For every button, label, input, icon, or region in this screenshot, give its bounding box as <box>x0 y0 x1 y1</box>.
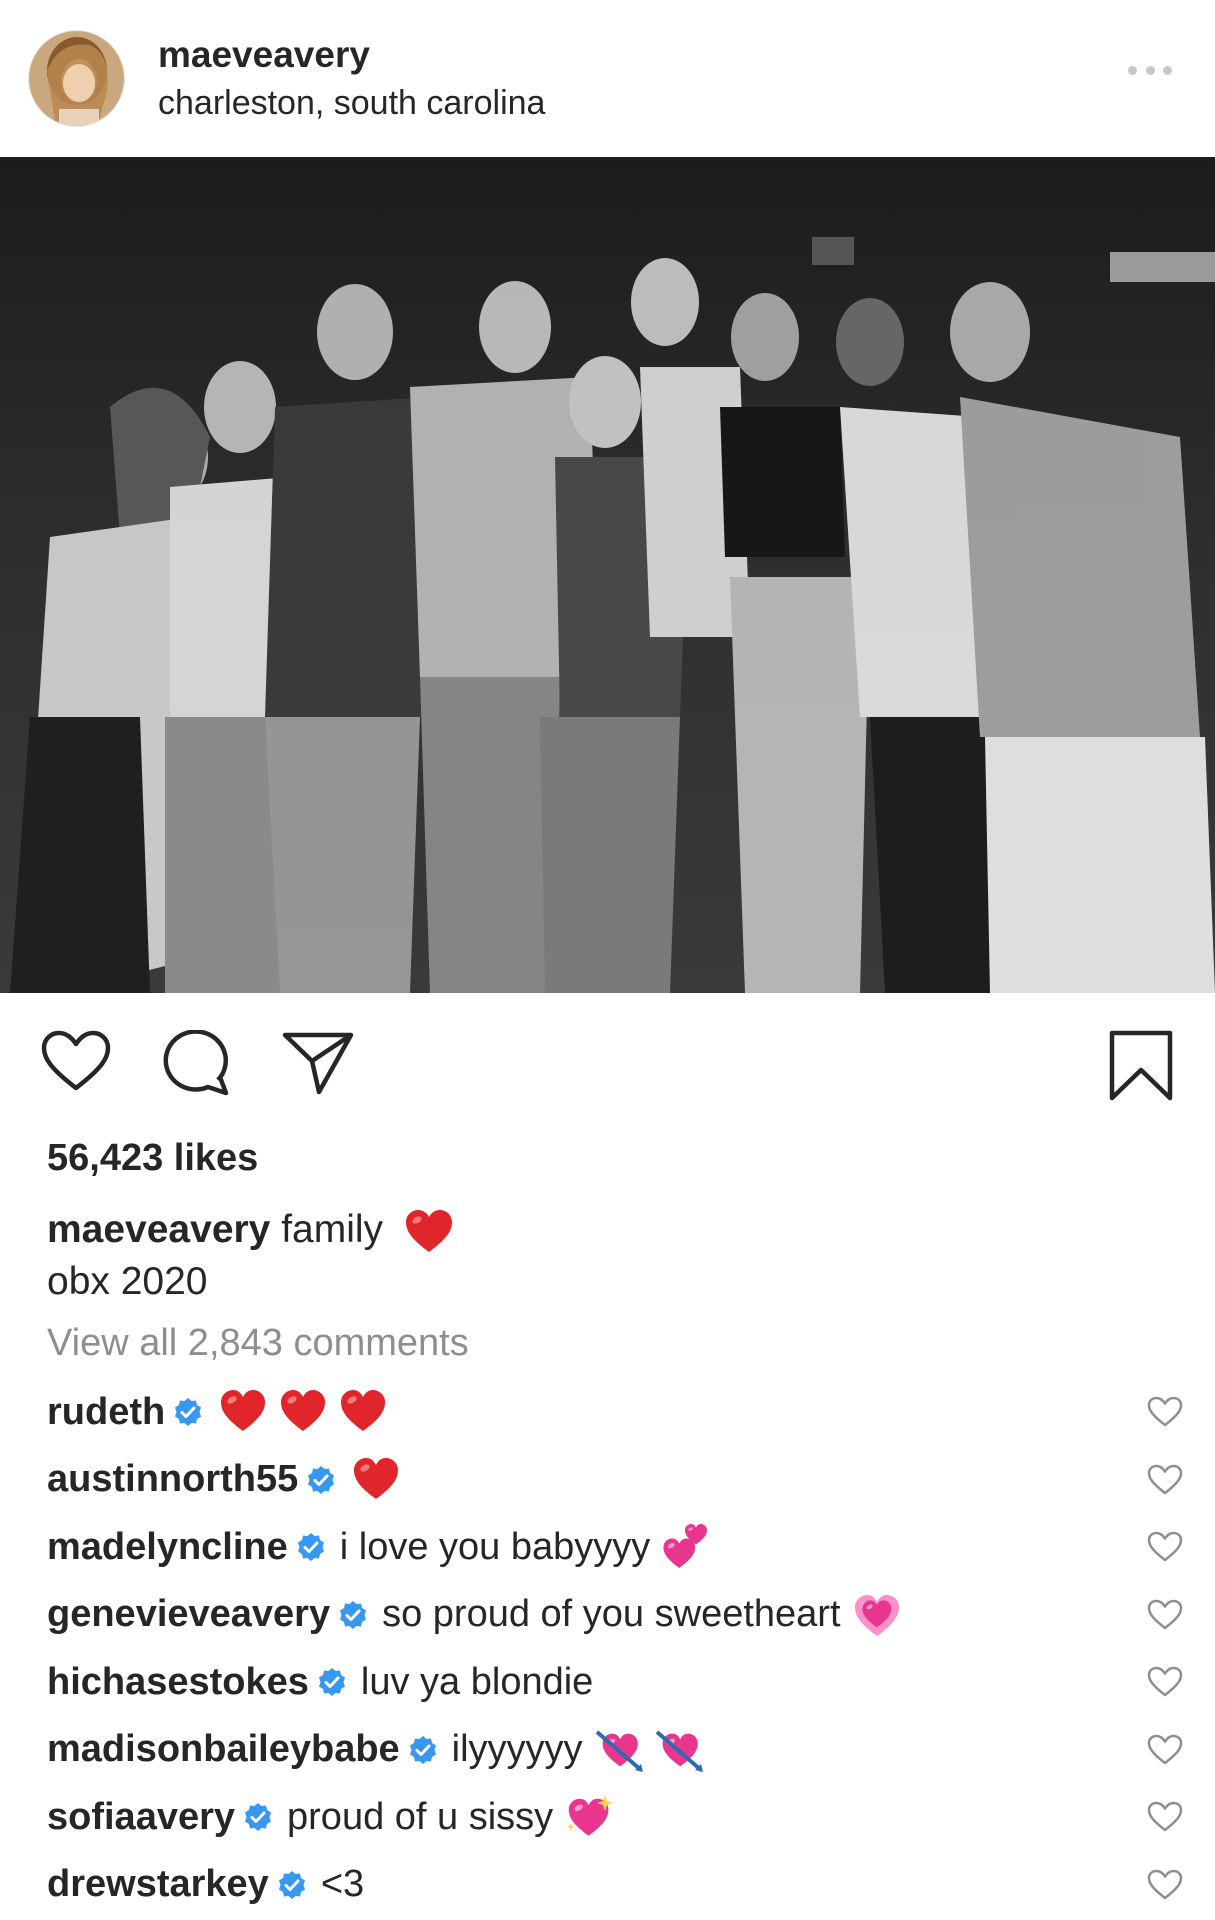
verified-badge-icon <box>306 1465 336 1495</box>
comment-like-heart-icon[interactable] <box>1147 1599 1183 1631</box>
comment-username[interactable]: genevieveavery <box>47 1593 330 1636</box>
growing-heart-emoji <box>853 1591 901 1639</box>
comment-row: drewstarkey <3 <box>47 1855 1215 1915</box>
red-heart-emoji <box>219 1388 267 1436</box>
action-bar <box>0 1020 1215 1110</box>
comment-username[interactable]: sofiaavery <box>47 1796 235 1839</box>
comment-row: rudeth <box>47 1382 1215 1442</box>
comment-username[interactable]: hichasestokes <box>47 1661 309 1704</box>
bookmark-icon[interactable] <box>1108 1030 1174 1102</box>
heart-outline-icon[interactable] <box>40 1030 112 1094</box>
red-heart-emoji <box>352 1456 400 1504</box>
red-heart-emoji <box>339 1388 387 1436</box>
comment-line: drewstarkey <3 <box>47 1855 364 1915</box>
heart-with-arrow-emoji <box>595 1726 643 1774</box>
comment-row: genevieveavery so proud of you sweetheart <box>47 1585 1215 1645</box>
comment-text: i love you babyyyy <box>339 1525 651 1568</box>
two-hearts-emoji <box>662 1523 710 1571</box>
comment-like-heart-icon[interactable] <box>1147 1666 1183 1698</box>
comment-line: madisonbaileybabe ilyyyyyy <box>47 1720 703 1780</box>
comment-text: so proud of you sweetheart <box>382 1593 841 1635</box>
caption-text: family <box>281 1208 384 1251</box>
verified-badge-icon <box>338 1600 368 1630</box>
caption: maeveavery family obx 2020 <box>47 1205 454 1306</box>
verified-badge-icon <box>408 1735 438 1765</box>
comment-username[interactable]: drewstarkey <box>47 1863 269 1906</box>
comment-like-heart-icon[interactable] <box>1147 1734 1183 1766</box>
comment-line: austinnorth55 <box>47 1450 400 1510</box>
caption-line-1: maeveavery family <box>47 1205 454 1257</box>
comment-like-heart-icon[interactable] <box>1147 1531 1183 1563</box>
comment-like-heart-icon[interactable] <box>1147 1396 1183 1428</box>
comment-text: <3 <box>320 1863 365 1905</box>
comment-row: madelyncline i love you babyyyy <box>47 1517 1215 1577</box>
comment-username[interactable]: madelyncline <box>47 1526 288 1569</box>
post-photo[interactable] <box>0 157 1215 993</box>
comment-text: proud of u sissy <box>287 1795 554 1838</box>
comment-like-heart-icon[interactable] <box>1147 1869 1183 1901</box>
verified-badge-icon <box>317 1667 347 1697</box>
paper-plane-icon[interactable] <box>282 1030 354 1096</box>
heart-with-arrow-emoji <box>655 1726 703 1774</box>
post-location[interactable]: charleston, south carolina <box>158 84 545 123</box>
comment-username[interactable]: austinnorth55 <box>47 1458 298 1501</box>
comment-line: genevieveavery so proud of you sweetheart <box>47 1585 901 1645</box>
verified-badge-icon <box>277 1870 307 1900</box>
verified-badge-icon <box>243 1802 273 1832</box>
comment-line: rudeth <box>47 1382 387 1442</box>
comment-text: luv ya blondie <box>360 1660 594 1703</box>
post-username[interactable]: maeveavery <box>158 34 370 76</box>
caption-line-2: obx 2020 <box>47 1259 208 1303</box>
comment-row: austinnorth55 <box>47 1450 1215 1510</box>
verified-badge-icon <box>296 1532 326 1562</box>
caption-username[interactable]: maeveavery <box>47 1208 270 1251</box>
comment-text: ilyyyyyy <box>451 1728 583 1770</box>
more-horizontal-icon[interactable] <box>1128 66 1172 78</box>
comment-username[interactable]: rudeth <box>47 1391 165 1434</box>
comment-username[interactable]: madisonbaileybabe <box>47 1728 400 1771</box>
like-count[interactable]: 56,423 likes <box>47 1137 258 1180</box>
comment-row: madisonbaileybabe ilyyyyyy <box>47 1720 1215 1780</box>
comment-like-heart-icon[interactable] <box>1147 1464 1183 1496</box>
comment-line: hichasestokes luv ya blondie <box>47 1652 593 1712</box>
post-header: maeveavery charleston, south carolina <box>0 0 1215 157</box>
comment-bubble-icon[interactable] <box>160 1030 230 1096</box>
comment-line: sofiaavery proud of u sissy <box>47 1787 614 1847</box>
comment-like-heart-icon[interactable] <box>1147 1801 1183 1833</box>
sparkling-heart-emoji <box>565 1793 614 1841</box>
comment-row: hichasestokes luv ya blondie <box>47 1652 1215 1712</box>
verified-badge-icon <box>173 1397 203 1427</box>
avatar[interactable] <box>28 30 125 127</box>
comment-line: madelyncline i love you babyyyy <box>47 1517 710 1577</box>
comment-row: sofiaavery proud of u sissy <box>47 1787 1215 1847</box>
view-all-comments-link[interactable]: View all 2,843 comments <box>47 1322 469 1365</box>
red-heart-emoji <box>404 1207 454 1257</box>
red-heart-emoji <box>279 1388 327 1436</box>
